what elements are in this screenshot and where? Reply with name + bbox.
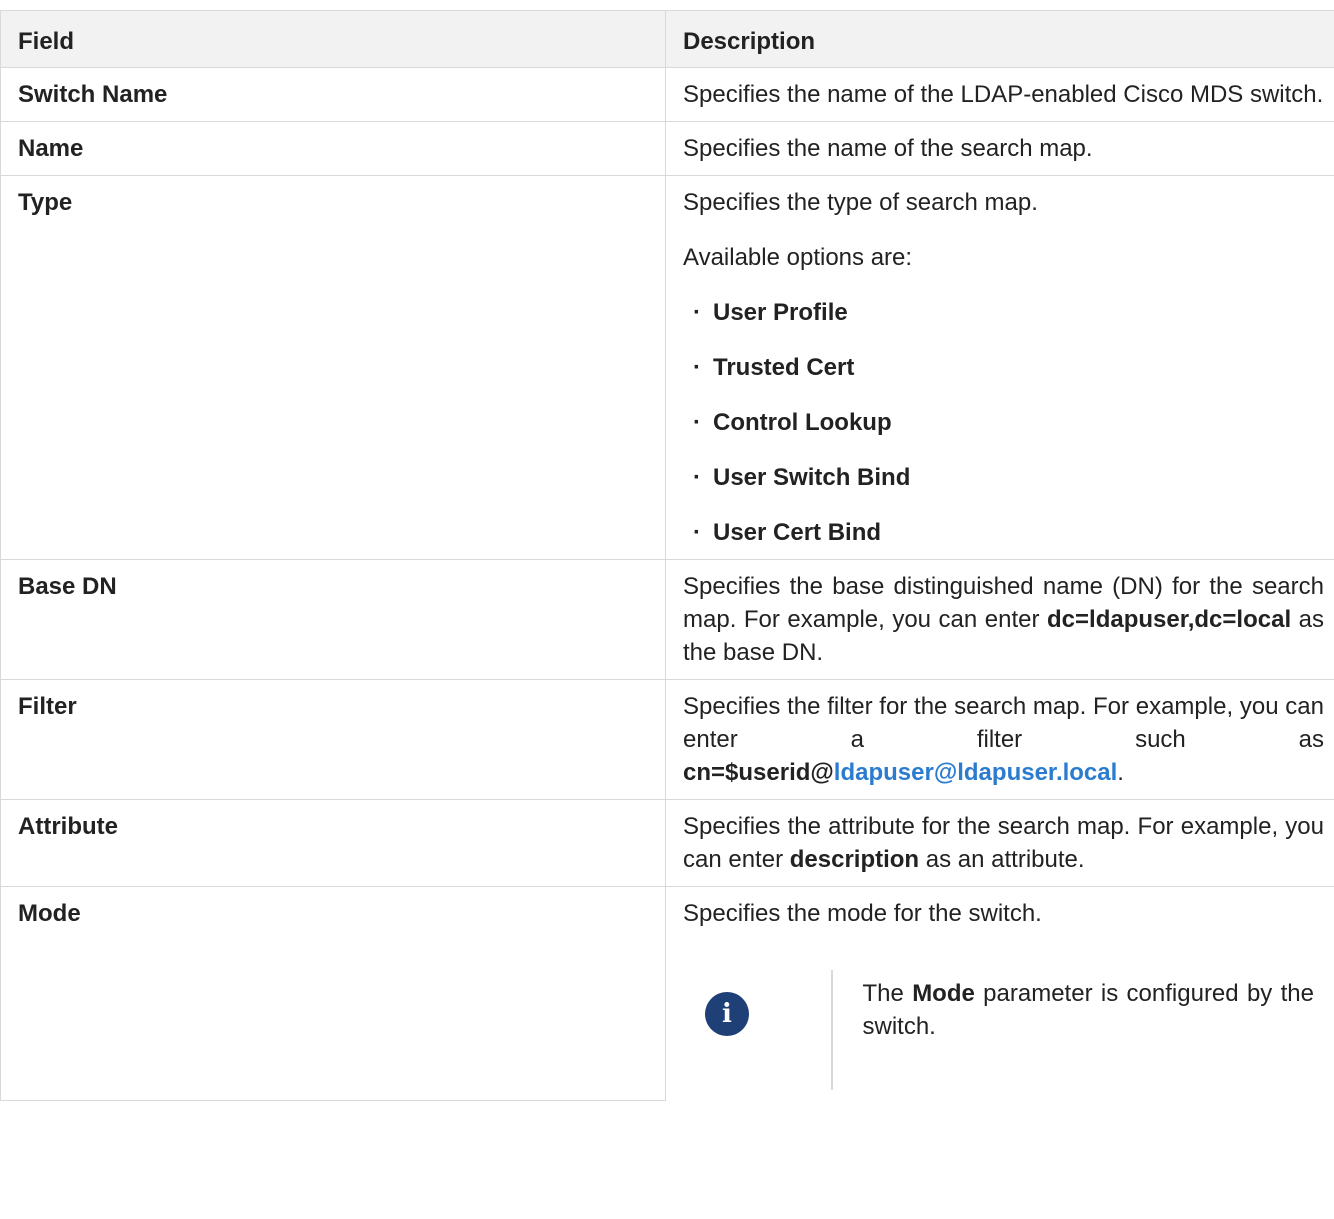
note-bold: Mode <box>912 980 975 1007</box>
field-type: Type <box>0 175 666 560</box>
header-description: Description <box>665 10 1334 68</box>
desc-mode-text: Specifies the mode for the switch. <box>683 900 1042 927</box>
base-dn-example: dc=ldapuser,dc=local <box>1047 606 1292 633</box>
desc-base-dn: Specifies the base distinguished name (D… <box>665 559 1334 680</box>
table-row-attribute: Attribute Specifies the attribute for th… <box>0 799 1334 887</box>
table-row-switch-name: Switch Name Specifies the name of the LD… <box>0 67 1334 122</box>
type-option-user-cert-bind: User Cert Bind <box>693 516 1324 549</box>
desc-mode: Specifies the mode for the switch. i The… <box>665 886 1334 1100</box>
desc-filter-prefix: Specifies the filter for the search map.… <box>683 693 1324 753</box>
desc-filter: Specifies the filter for the search map.… <box>665 679 1334 800</box>
note-callout: i The Mode parameter is configured by th… <box>683 970 1324 1090</box>
field-name: Name <box>0 121 666 176</box>
desc-name: Specifies the name of the search map. <box>665 121 1334 176</box>
header-field: Field <box>0 10 666 68</box>
field-filter: Filter <box>0 679 666 800</box>
type-option-user-switch-bind: User Switch Bind <box>693 461 1324 494</box>
field-switch-name: Switch Name <box>0 67 666 122</box>
info-icon: i <box>705 992 749 1036</box>
desc-switch-name-text: Specifies the name of the LDAP-enabled C… <box>683 81 1324 108</box>
desc-filter-text: Specifies the filter for the search map.… <box>683 690 1324 789</box>
type-option-control-lookup: Control Lookup <box>693 406 1324 439</box>
desc-attribute-text: Specifies the attribute for the search m… <box>683 810 1324 876</box>
field-description-table: Field Description Switch Name Specifies … <box>0 10 1334 1101</box>
desc-filter-suffix: . <box>1117 759 1124 786</box>
note-prefix: The <box>862 980 913 1007</box>
desc-attribute-suffix: as an attribute. <box>919 846 1085 873</box>
type-option-user-profile: User Profile <box>693 296 1324 329</box>
table-row-name: Name Specifies the name of the search ma… <box>0 121 1334 176</box>
note-icon-cell: i <box>683 970 831 1090</box>
note-text: The Mode parameter is configured by the … <box>833 970 1325 1090</box>
attribute-example: description <box>789 846 920 873</box>
table-row-base-dn: Base DN Specifies the base distinguished… <box>0 559 1334 680</box>
desc-type-text: Specifies the type of search map. <box>683 189 1038 216</box>
desc-switch-name: Specifies the name of the LDAP-enabled C… <box>665 67 1334 122</box>
table-header-row: Field Description <box>0 10 1334 68</box>
desc-type-options-intro: Available options are: <box>683 244 913 271</box>
type-option-trusted-cert: Trusted Cert <box>693 351 1324 384</box>
type-options-list: User Profile Trusted Cert Control Lookup… <box>683 296 1324 549</box>
field-mode: Mode <box>0 886 666 1101</box>
desc-name-text: Specifies the name of the search map. <box>683 135 1093 162</box>
field-base-dn: Base DN <box>0 559 666 680</box>
table-row-mode: Mode Specifies the mode for the switch. … <box>0 886 1334 1101</box>
table-row-type: Type Specifies the type of search map. A… <box>0 175 1334 560</box>
filter-email-link[interactable]: ldapuser@ldapuser.local <box>834 759 1118 786</box>
desc-attribute: Specifies the attribute for the search m… <box>665 799 1334 887</box>
table-row-filter: Filter Specifies the filter for the sear… <box>0 679 1334 800</box>
field-attribute: Attribute <box>0 799 666 887</box>
filter-example: cn=$userid@ <box>683 759 834 786</box>
desc-type: Specifies the type of search map. Availa… <box>665 175 1334 560</box>
desc-base-dn-text: Specifies the base distinguished name (D… <box>683 570 1324 669</box>
